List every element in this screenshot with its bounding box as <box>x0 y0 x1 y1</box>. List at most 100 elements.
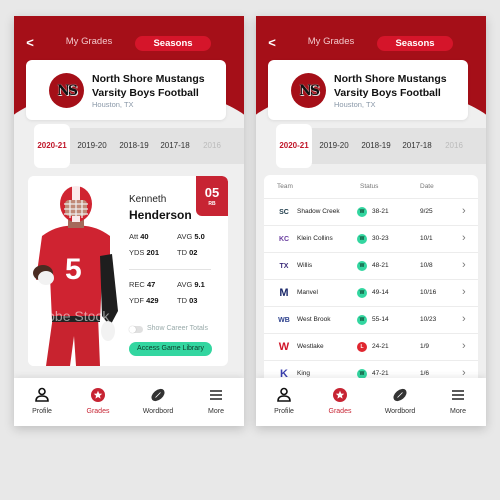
season-tab[interactable]: 2017-18 <box>397 128 437 164</box>
opponent-name: Shadow Creek <box>297 208 340 215</box>
player-photo: 5 Adobe Stock <box>28 176 123 366</box>
tab-my-grades[interactable]: My Grades <box>56 34 122 50</box>
stat-rush-att: Att 40 <box>129 232 149 241</box>
season-tab[interactable]: 2018-19 <box>356 128 396 164</box>
season-tab[interactable]: 2020-21 <box>34 124 70 168</box>
opponent-logo-icon: WB <box>278 317 290 324</box>
top-nav: < My Grades Seasons <box>256 34 486 52</box>
stat-rec-td: TD 03 <box>177 296 198 305</box>
table-row[interactable]: KC Klein Collins W 30-23 10/1 › <box>264 226 478 253</box>
watermark: Adobe Stock <box>30 308 110 324</box>
table-row[interactable]: M Manvel W 49-14 10/16 › <box>264 280 478 307</box>
nav-grades[interactable]: Grades <box>70 378 126 426</box>
jersey-number-graphic: 5 <box>65 253 82 286</box>
opponent-logo-icon: M <box>279 287 289 299</box>
column-status: Status <box>360 183 379 190</box>
back-button[interactable]: < <box>22 34 38 52</box>
game-date: 10/8 <box>420 262 433 269</box>
nav-grades[interactable]: Grades <box>312 378 368 426</box>
table-row[interactable]: TX Willis W 48-21 10/8 › <box>264 253 478 280</box>
team-name: North Shore Mustangs Varsity Boys Footba… <box>92 73 205 99</box>
jersey-number: 05 <box>204 185 220 200</box>
nav-wordbord[interactable]: Wordbord <box>372 378 428 426</box>
stat-rush-avg: AVG 5.0 <box>177 232 205 241</box>
football-icon <box>393 388 407 402</box>
opponent-name: Klein Collins <box>297 235 333 242</box>
team-location: Houston, TX <box>334 100 376 109</box>
season-tab[interactable]: 2019-20 <box>314 128 354 164</box>
top-nav: < My Grades Seasons <box>14 34 244 52</box>
result-badge: W <box>357 315 367 325</box>
stat-ydf: YDF 429 <box>129 296 159 305</box>
result-badge: L <box>357 342 367 352</box>
season-tab[interactable]: 2017-18 <box>155 128 195 164</box>
opponent-name: West Brook <box>297 316 331 323</box>
game-score: 38-21 <box>372 208 389 215</box>
season-tab[interactable]: 2018-19 <box>114 128 154 164</box>
nav-more[interactable]: More <box>430 378 486 426</box>
chevron-right-icon: › <box>462 205 466 217</box>
column-date: Date <box>420 183 434 190</box>
tab-seasons[interactable]: Seasons <box>135 36 211 51</box>
table-row[interactable]: WB West Brook W 55-14 10/23 › <box>264 307 478 334</box>
player-screen: < My Grades Seasons NS North Shore Musta… <box>14 16 244 426</box>
access-game-library-button[interactable]: Access Game Library <box>129 342 212 356</box>
game-date: 10/1 <box>420 235 433 242</box>
opponent-name: Westlake <box>297 343 324 350</box>
team-logo: NS <box>49 73 84 108</box>
career-totals-toggle[interactable] <box>129 326 143 333</box>
career-totals-label: Show Career Totals <box>147 325 208 332</box>
team-logo: NS <box>291 73 326 108</box>
game-date: 1/6 <box>420 370 430 377</box>
table-row[interactable]: SC Shadow Creek W 38-21 9/25 › <box>264 199 478 226</box>
team-card: NS North Shore Mustangs Varsity Boys Foo… <box>26 60 226 120</box>
bottom-nav: Profile Grades Wordbord More <box>14 378 244 426</box>
star-badge-icon <box>333 388 347 402</box>
table-header: Team Status Date <box>264 175 478 199</box>
results-table: Team Status Date SC Shadow Creek W 38-21 9/2… <box>264 175 478 385</box>
opponent-name: King <box>297 370 311 377</box>
game-score: 30-23 <box>372 235 389 242</box>
opponent-name: Manvel <box>297 289 318 296</box>
result-badge: W <box>357 234 367 244</box>
opponent-logo-icon: W <box>278 341 290 353</box>
tab-my-grades[interactable]: My Grades <box>298 34 364 50</box>
season-tab[interactable]: 2019-20 <box>72 128 112 164</box>
nav-profile[interactable]: Profile <box>14 378 70 426</box>
chevron-right-icon: › <box>462 286 466 298</box>
opponent-logo-icon: KC <box>278 236 290 243</box>
back-button[interactable]: < <box>264 34 280 52</box>
game-score: 48-21 <box>372 262 389 269</box>
game-score: 24-21 <box>372 343 389 350</box>
player-first-name: Kenneth <box>129 194 167 205</box>
stats-divider <box>129 269 211 270</box>
stat-rush-td: TD 02 <box>177 248 198 257</box>
menu-icon <box>452 390 464 400</box>
result-badge: W <box>357 207 367 217</box>
game-date: 9/25 <box>420 208 433 215</box>
chevron-right-icon: › <box>462 313 466 325</box>
star-badge-icon <box>91 388 105 402</box>
bottom-nav: Profile Grades Wordbord More <box>256 378 486 426</box>
season-tab[interactable]: 2016 <box>439 128 469 164</box>
game-score: 55-14 <box>372 316 389 323</box>
chevron-right-icon: › <box>462 232 466 244</box>
person-icon <box>277 387 291 402</box>
tab-seasons[interactable]: Seasons <box>377 36 453 51</box>
nav-wordbord[interactable]: Wordbord <box>130 378 186 426</box>
jersey-badge: 05 RB <box>196 176 228 216</box>
season-tab[interactable]: 2020-21 <box>276 124 312 168</box>
chevron-right-icon: › <box>462 340 466 352</box>
stat-rec: REC 47 <box>129 280 156 289</box>
menu-icon <box>210 390 222 400</box>
opponent-logo-icon: TX <box>279 263 289 270</box>
chevron-left-icon: < <box>268 35 276 50</box>
nav-more[interactable]: More <box>188 378 244 426</box>
nav-profile[interactable]: Profile <box>256 378 312 426</box>
column-team: Team <box>277 183 293 190</box>
stat-rush-yds: YDS 201 <box>129 248 160 257</box>
season-tab[interactable]: 2016 <box>197 128 227 164</box>
table-row[interactable]: W Westlake L 24-21 1/9 › <box>264 334 478 361</box>
player-position: RB <box>208 201 216 207</box>
player-last-name: Henderson <box>129 208 192 222</box>
